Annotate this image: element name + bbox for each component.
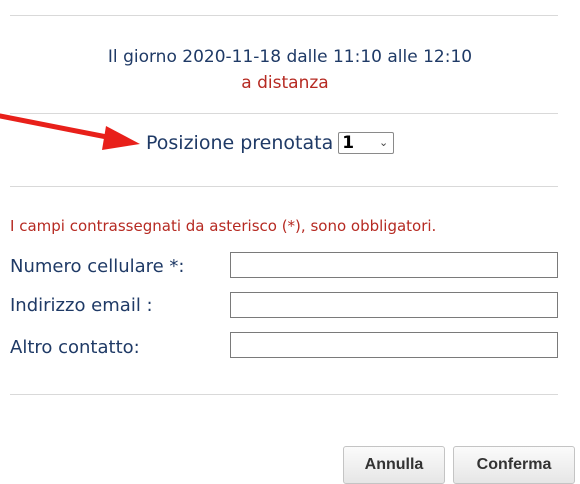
position-label: Posizione prenotata (146, 132, 334, 154)
appointment-mode: a distanza (241, 73, 329, 93)
chevron-down-icon: ⌄ (379, 136, 389, 149)
other-contact-label: Altro contatto: (10, 337, 140, 358)
other-contact-input[interactable] (230, 332, 558, 358)
required-fields-note: I campi contrassegnati da asterisco (*),… (10, 217, 437, 235)
email-input[interactable] (230, 292, 558, 318)
phone-label: Numero cellulare *: (10, 256, 185, 277)
form-divider (10, 394, 558, 395)
position-select[interactable]: 1 ⌄ (338, 132, 395, 154)
top-divider (10, 15, 558, 16)
cancel-button[interactable]: Annulla (343, 446, 445, 484)
position-divider (10, 186, 558, 187)
confirm-button[interactable]: Conferma (453, 446, 575, 484)
phone-input[interactable] (230, 252, 558, 278)
email-label: Indirizzo email : (10, 295, 153, 316)
position-row: Posizione prenotata 1 ⌄ (146, 130, 395, 156)
position-select-value: 1 (342, 133, 355, 153)
red-arrow-annotation (0, 113, 140, 150)
appointment-date-line: Il giorno 2020-11-18 dalle 11:10 alle 12… (107, 47, 473, 67)
